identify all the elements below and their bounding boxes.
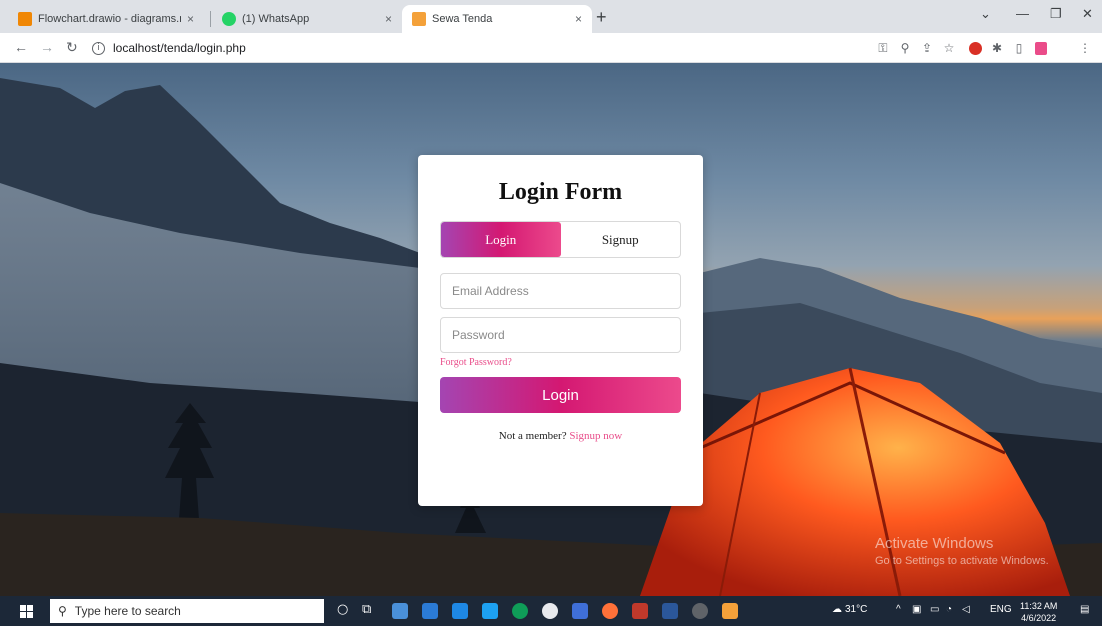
signup-prompt: Not a member? Signup now bbox=[418, 430, 703, 442]
whatsapp-favicon-icon bbox=[222, 12, 236, 26]
tab-divider bbox=[210, 11, 211, 27]
not-member-text: Not a member? bbox=[498, 430, 567, 442]
taskbar-search-box[interactable]: ⚲ Type here to search bbox=[50, 599, 324, 623]
password-field[interactable] bbox=[440, 317, 681, 353]
task-view-icon[interactable]: ⧉ bbox=[362, 602, 371, 617]
cortana-circle-icon[interactable]: ○ bbox=[337, 602, 348, 617]
tab-sewa-tenda[interactable]: Sewa Tenda × bbox=[402, 5, 592, 33]
url-text: localhost/tenda/login.php bbox=[113, 41, 246, 55]
notifications-icon[interactable]: ▤ bbox=[1080, 604, 1089, 615]
bookmark-star-icon[interactable]: ☆ bbox=[942, 41, 956, 55]
tray-chevron-icon[interactable]: ^ bbox=[896, 604, 901, 615]
forward-arrow-icon[interactable]: → bbox=[40, 39, 54, 55]
browser-menu-icon[interactable]: ⋮ bbox=[1078, 41, 1092, 55]
login-tab-button[interactable]: Login bbox=[441, 222, 561, 257]
weather-temperature[interactable]: 31°C bbox=[845, 604, 867, 615]
drawio-favicon-icon bbox=[18, 12, 32, 26]
language-indicator[interactable]: ENG bbox=[990, 604, 1012, 615]
watermark-title: Activate Windows bbox=[875, 535, 994, 552]
windows-start-icon[interactable] bbox=[20, 605, 33, 618]
clock-date: 4/6/2022 bbox=[1021, 613, 1057, 623]
taskbar-app-icon-1[interactable] bbox=[392, 603, 408, 619]
extension-red-icon[interactable] bbox=[968, 41, 982, 55]
tab-search-icon[interactable]: ⌄ bbox=[980, 6, 991, 22]
tab-label: Flowchart.drawio - diagrams.net bbox=[38, 13, 181, 25]
new-tab-button[interactable]: + bbox=[596, 7, 607, 28]
tab-label: (1) WhatsApp bbox=[242, 13, 310, 25]
wifi-icon[interactable]: ◔ bbox=[946, 604, 952, 615]
windows-taskbar: ⚲ Type here to search ○ ⧉ ☁ 31°C ^ ▣ ▭ ◔… bbox=[0, 596, 1102, 626]
photos-icon[interactable] bbox=[572, 603, 588, 619]
key-icon[interactable]: ⚿ bbox=[876, 41, 890, 55]
volume-icon[interactable]: ◁ bbox=[962, 604, 970, 615]
taskbar-clock[interactable]: 11:32 AM 4/6/2022 bbox=[1020, 600, 1057, 624]
login-signup-toggle: Login Signup bbox=[440, 221, 681, 258]
site-info-icon[interactable]: i bbox=[92, 41, 105, 55]
tab-label: Sewa Tenda bbox=[432, 13, 493, 25]
tab-drawio[interactable]: Flowchart.drawio - diagrams.net × bbox=[8, 5, 204, 33]
close-tab-icon[interactable]: × bbox=[385, 12, 392, 26]
active-chrome-icon[interactable] bbox=[692, 603, 708, 619]
forgot-password-link[interactable]: Forgot Password? bbox=[440, 357, 512, 368]
watermark-subtitle: Go to Settings to activate Windows. bbox=[875, 555, 1049, 567]
tab-whatsapp[interactable]: (1) WhatsApp × bbox=[212, 5, 402, 33]
email-field[interactable] bbox=[440, 273, 681, 309]
xampp-icon[interactable] bbox=[722, 603, 738, 619]
reload-icon[interactable]: ↻ bbox=[66, 39, 78, 56]
profile-icon[interactable] bbox=[1034, 41, 1048, 55]
store-icon[interactable] bbox=[452, 603, 468, 619]
window-close-icon[interactable]: ✕ bbox=[1082, 6, 1093, 22]
tenda-favicon-icon bbox=[412, 12, 426, 26]
file-explorer-icon[interactable] bbox=[422, 603, 438, 619]
share-icon[interactable]: ⇪ bbox=[920, 41, 934, 55]
close-tab-icon[interactable]: × bbox=[187, 12, 194, 26]
edge-browser-icon[interactable] bbox=[512, 603, 528, 619]
login-card: Login Form Login Signup Forgot Password?… bbox=[418, 155, 703, 506]
address-toolbar: ← → ↻ i localhost/tenda/login.php ⚿ ⚲ ⇪ … bbox=[0, 33, 1102, 63]
firefox-icon[interactable] bbox=[602, 603, 618, 619]
url-bar[interactable]: i localhost/tenda/login.php bbox=[92, 37, 852, 59]
browser-tab-strip: Flowchart.drawio - diagrams.net × (1) Wh… bbox=[0, 0, 1102, 33]
page-viewport: Activate Windows Go to Settings to activ… bbox=[0, 63, 1102, 596]
weather-icon[interactable]: ☁ bbox=[832, 604, 842, 615]
side-panel-icon[interactable]: ▯ bbox=[1012, 41, 1026, 55]
word-icon[interactable] bbox=[662, 603, 678, 619]
clock-time: 11:32 AM bbox=[1020, 601, 1058, 611]
activate-windows-watermark: Activate Windows Go to Settings to activ… bbox=[875, 535, 1049, 567]
search-icon: ⚲ bbox=[58, 604, 67, 618]
login-submit-button[interactable]: Login bbox=[440, 377, 681, 413]
back-arrow-icon[interactable]: ← bbox=[14, 39, 28, 55]
login-form-title: Login Form bbox=[498, 179, 623, 205]
signup-tab-button[interactable]: Signup bbox=[561, 222, 681, 257]
mail-icon[interactable] bbox=[482, 603, 498, 619]
close-tab-icon[interactable]: × bbox=[575, 12, 582, 26]
chrome-icon[interactable] bbox=[542, 603, 558, 619]
vs-app-icon[interactable] bbox=[632, 603, 648, 619]
tray-app-icon[interactable]: ▣ bbox=[912, 604, 921, 615]
signup-now-link[interactable]: Signup now bbox=[569, 430, 622, 442]
zoom-icon[interactable]: ⚲ bbox=[898, 41, 912, 55]
battery-icon[interactable]: ▭ bbox=[930, 604, 939, 615]
taskbar-search-placeholder: Type here to search bbox=[74, 604, 181, 618]
restore-icon[interactable]: ❐ bbox=[1050, 6, 1062, 22]
extensions-puzzle-icon[interactable]: ✱ bbox=[990, 41, 1004, 55]
minimize-icon[interactable]: — bbox=[1016, 6, 1029, 21]
